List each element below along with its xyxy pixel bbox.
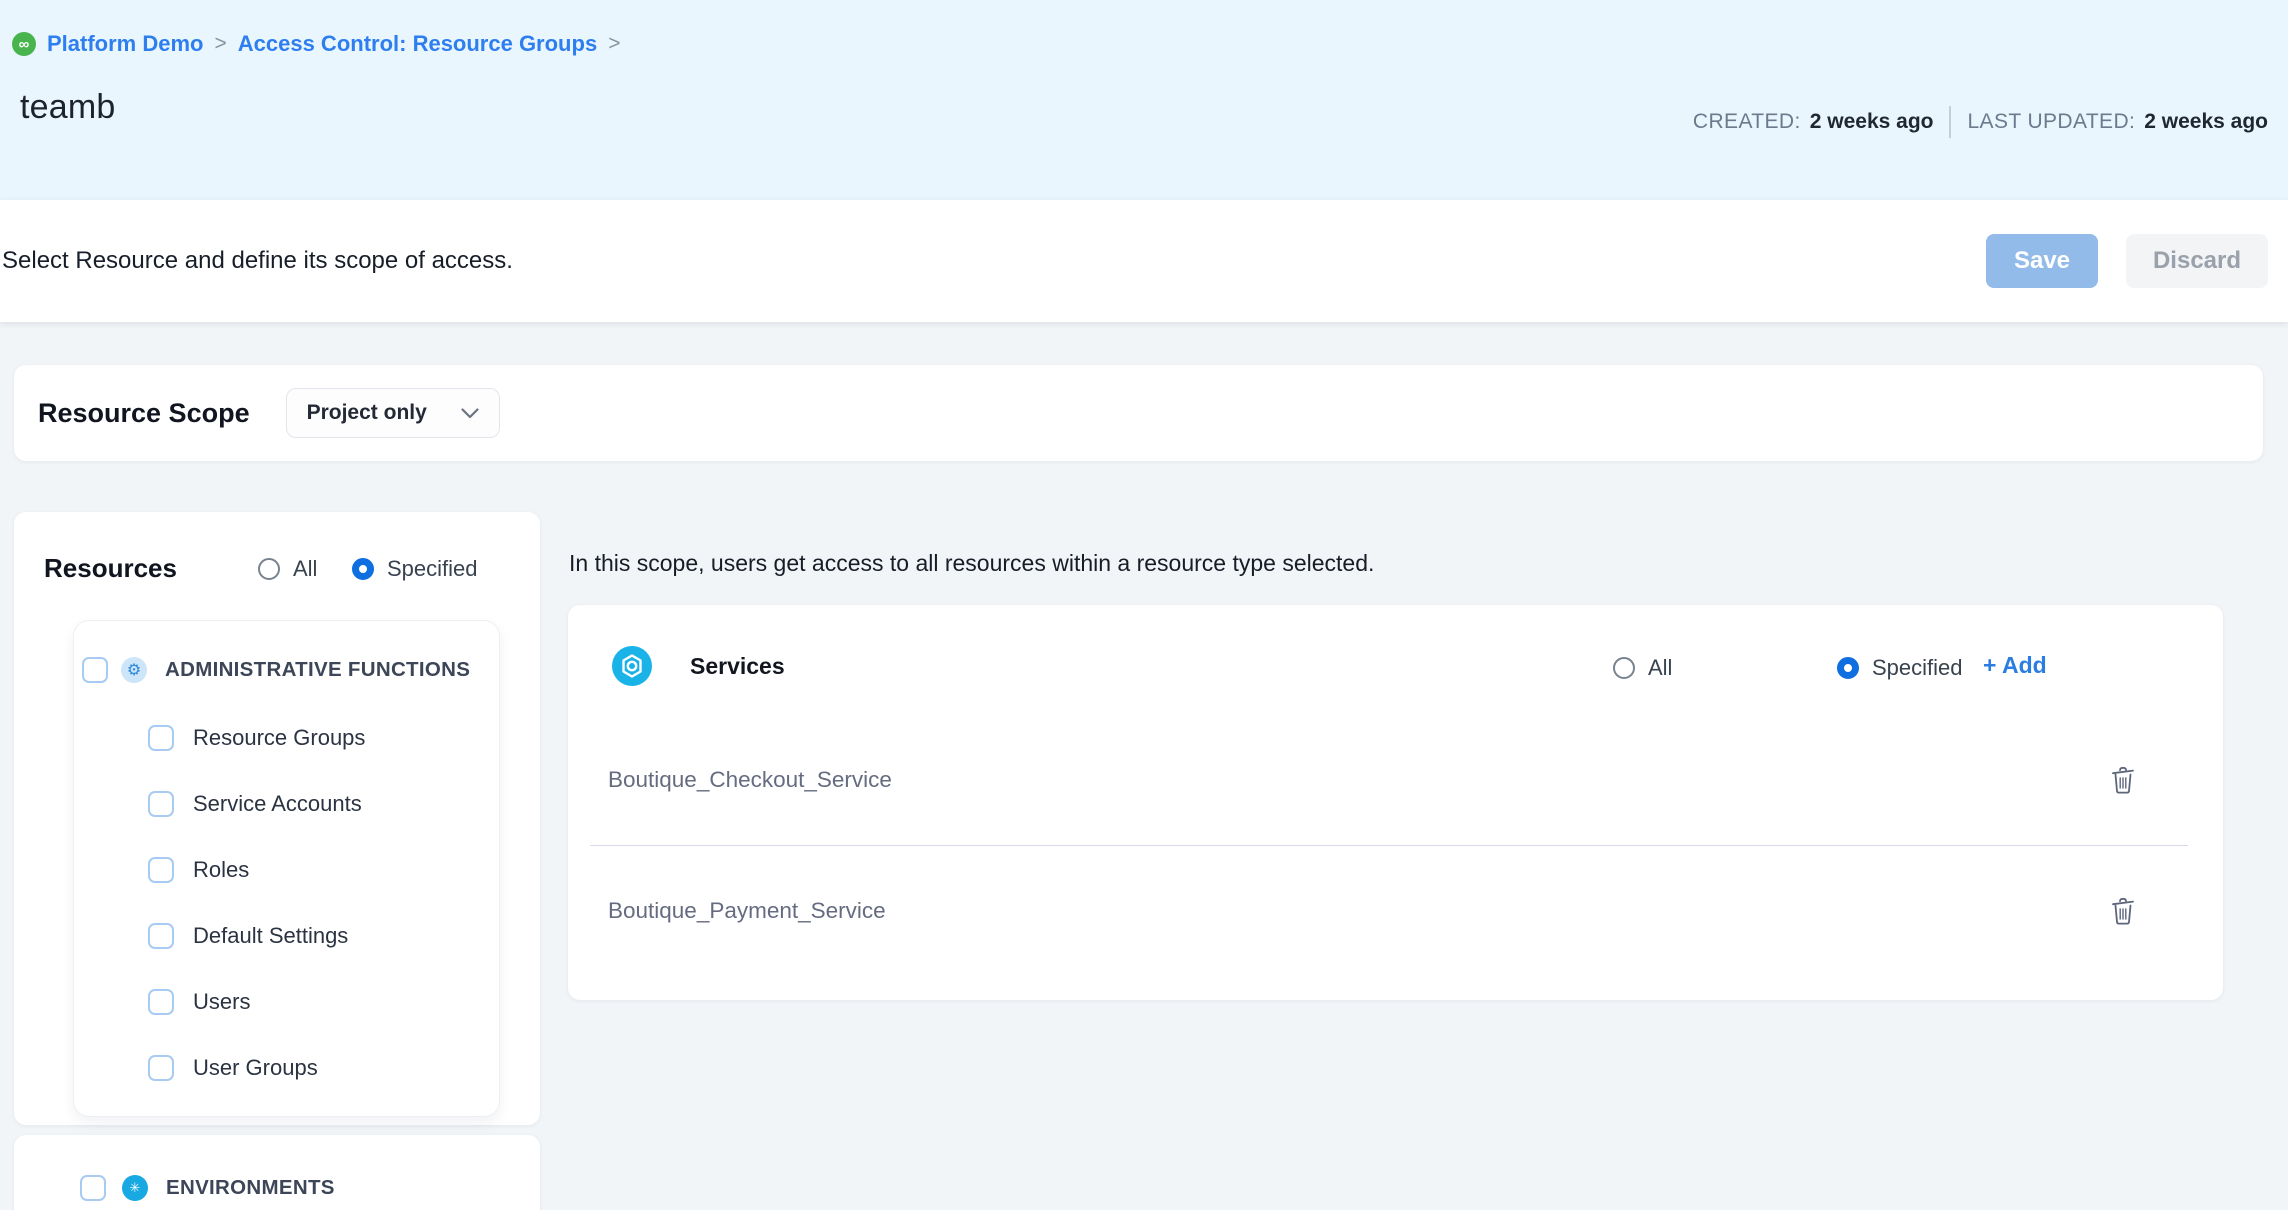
list-item-resource-groups: Resource Groups	[74, 705, 499, 771]
resources-radio-specified[interactable]: Specified	[352, 556, 478, 582]
gear-icon: ⚙	[121, 657, 147, 683]
toolbar-description: Select Resource and define its scope of …	[0, 247, 513, 275]
user-groups-checkbox[interactable]	[148, 1055, 174, 1081]
roles-checkbox[interactable]	[148, 857, 174, 883]
resource-scope-card: Resource Scope Project only	[14, 365, 2263, 461]
list-item-user-groups: User Groups	[74, 1035, 499, 1101]
services-title: Services	[690, 653, 785, 680]
chevron-down-icon	[461, 408, 479, 419]
section-row-environments: ✳ ENVIRONMENTS	[14, 1135, 540, 1201]
created-label: CREATED:	[1693, 110, 1801, 134]
toolbar-actions: Save Discard	[1986, 234, 2268, 288]
radio-off-icon[interactable]	[258, 558, 280, 580]
resource-groups-checkbox[interactable]	[148, 725, 174, 751]
item-label: Default Settings	[193, 923, 348, 949]
table-row-boutique-payment-service: Boutique_Payment_Service	[568, 846, 2223, 976]
breadcrumb-access-control-resource-groups[interactable]: Access Control: Resource Groups	[238, 31, 597, 57]
access-control-resource-group-page: ∞ Platform Demo > Access Control: Resour…	[0, 0, 2288, 1210]
resources-radio-all-label: All	[293, 556, 317, 582]
services-hexagon-icon	[612, 646, 652, 686]
services-card-header: Services All Specified + Add	[568, 605, 2223, 715]
radio-off-icon[interactable]	[1613, 657, 1635, 679]
resource-scope-selected-value: Project only	[307, 401, 427, 425]
radio-on-icon[interactable]	[1837, 657, 1859, 679]
breadcrumb-platform-demo[interactable]: Platform Demo	[47, 31, 203, 57]
delete-service-button[interactable]	[2110, 897, 2136, 925]
last-updated-meta: LAST UPDATED: 2 weeks ago	[1967, 110, 2268, 134]
services-radio-specified-label: Specified	[1872, 655, 1963, 681]
platform-logo-icon: ∞	[12, 32, 36, 56]
section-name: ENVIRONMENTS	[166, 1176, 335, 1200]
environment-icon: ✳	[122, 1175, 148, 1201]
resource-scope-dropdown[interactable]: Project only	[286, 388, 500, 438]
default-settings-checkbox[interactable]	[148, 923, 174, 949]
resources-radio-all[interactable]: All	[258, 556, 317, 582]
created-meta: CREATED: 2 weeks ago	[1693, 110, 1934, 134]
resources-panel-title: Resources	[44, 553, 177, 584]
services-card: Services All Specified + Add Boutique_Ch…	[568, 605, 2223, 1000]
item-label: Roles	[193, 857, 249, 883]
chevron-right-icon: >	[608, 32, 620, 56]
item-label: Service Accounts	[193, 791, 362, 817]
table-row-boutique-checkout-service: Boutique_Checkout_Service	[568, 715, 2223, 845]
save-button[interactable]: Save	[1986, 234, 2098, 288]
last-updated-value: 2 weeks ago	[2144, 110, 2268, 134]
users-checkbox[interactable]	[148, 989, 174, 1015]
list-item-service-accounts: Service Accounts	[74, 771, 499, 837]
services-radio-all-label: All	[1648, 655, 1672, 681]
list-item-default-settings: Default Settings	[74, 903, 499, 969]
page-title: teamb	[20, 88, 116, 127]
section-name: ADMINISTRATIVE FUNCTIONS	[165, 658, 470, 682]
environments-checkbox[interactable]	[80, 1175, 106, 1201]
last-updated-label: LAST UPDATED:	[1967, 110, 2135, 134]
item-label: Resource Groups	[193, 725, 365, 751]
section-row-administrative-functions: ⚙ ADMINISTRATIVE FUNCTIONS	[74, 635, 499, 705]
list-item-roles: Roles	[74, 837, 499, 903]
item-label: User Groups	[193, 1055, 318, 1081]
discard-button[interactable]: Discard	[2126, 234, 2268, 288]
service-name: Boutique_Payment_Service	[608, 898, 886, 924]
trash-icon	[2110, 766, 2136, 794]
service-accounts-checkbox[interactable]	[148, 791, 174, 817]
chevron-right-icon: >	[214, 32, 226, 56]
list-item-users: Users	[74, 969, 499, 1035]
delete-service-button[interactable]	[2110, 766, 2136, 794]
resources-radio-specified-label: Specified	[387, 556, 478, 582]
action-toolbar: Select Resource and define its scope of …	[0, 200, 2288, 322]
item-label: Users	[193, 989, 250, 1015]
services-radio-all[interactable]: All	[1613, 655, 1672, 681]
trash-icon	[2110, 897, 2136, 925]
radio-on-icon[interactable]	[352, 558, 374, 580]
created-value: 2 weeks ago	[1810, 110, 1934, 134]
service-name: Boutique_Checkout_Service	[608, 767, 892, 793]
page-header: ∞ Platform Demo > Access Control: Resour…	[0, 0, 2288, 200]
record-meta: CREATED: 2 weeks ago LAST UPDATED: 2 wee…	[1693, 106, 2268, 138]
resource-scope-label: Resource Scope	[38, 398, 250, 429]
breadcrumb: ∞ Platform Demo > Access Control: Resour…	[12, 31, 620, 57]
administrative-functions-group: ⚙ ADMINISTRATIVE FUNCTIONS Resource Grou…	[73, 620, 500, 1117]
administrative-functions-checkbox[interactable]	[82, 657, 108, 683]
meta-divider	[1949, 106, 1951, 138]
environments-group: ✳ ENVIRONMENTS	[14, 1135, 540, 1210]
services-radio-specified[interactable]: Specified	[1837, 655, 1963, 681]
scope-description: In this scope, users get access to all r…	[569, 550, 1374, 577]
resources-panel: Resources All Specified ⚙ ADMINISTRATIVE…	[14, 512, 540, 1125]
add-service-button[interactable]: + Add	[1983, 652, 2047, 679]
